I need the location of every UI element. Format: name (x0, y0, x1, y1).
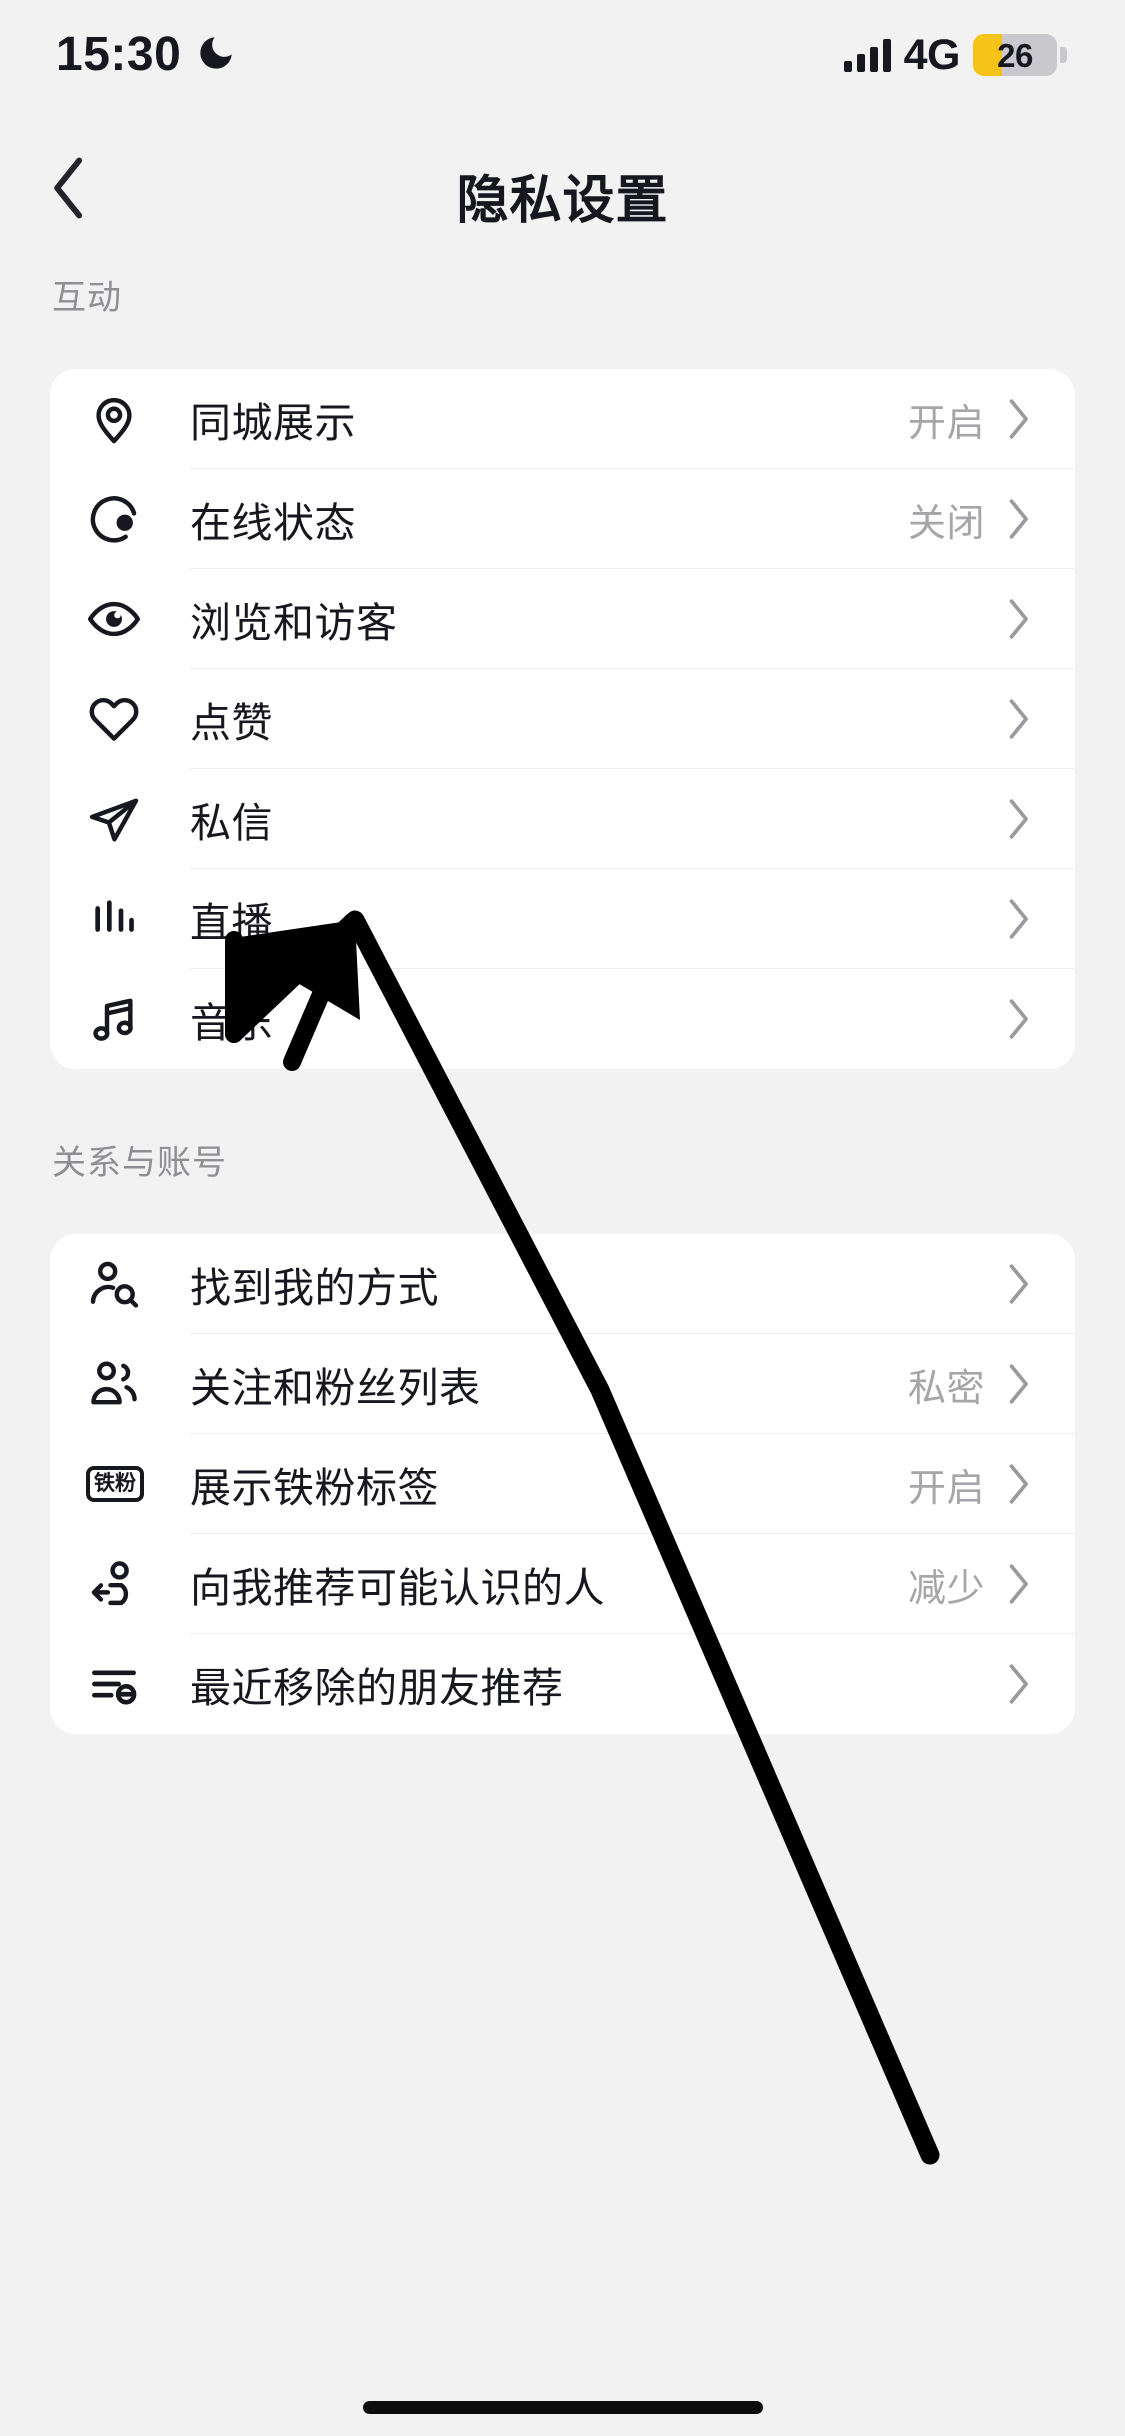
settings-row-likes[interactable]: 点赞 (50, 669, 1075, 769)
row-label: 找到我的方式 (190, 1265, 439, 1311)
status-bar: 15:30 4G 26 (0, 0, 1125, 110)
settings-row-people-you-may-know[interactable]: 向我推荐可能认识的人 减少 (50, 1534, 1075, 1634)
row-label: 私信 (190, 800, 273, 846)
row-value: 减少 (907, 1567, 985, 1610)
row-label: 直播 (190, 900, 273, 946)
row-value: 开启 (907, 1467, 985, 1510)
chevron-right-icon (1005, 1363, 1031, 1405)
settings-row-following-followers[interactable]: 关注和粉丝列表 私密 (50, 1334, 1075, 1434)
person-search-icon (86, 1256, 190, 1312)
status-time: 15:30 (56, 28, 182, 81)
settings-card-interaction: 同城展示 开启 在线状态 关闭 浏览和访客 点赞 私信 直播 音乐 (50, 369, 1075, 1069)
battery-body: 26 (973, 34, 1057, 76)
row-value: 开启 (907, 402, 985, 445)
chevron-right-icon (1005, 698, 1031, 740)
settings-row-removed-friend-suggestions[interactable]: 最近移除的朋友推荐 (50, 1634, 1075, 1734)
settings-row-music[interactable]: 音乐 (50, 969, 1075, 1069)
settings-row-browse-visitors[interactable]: 浏览和访客 (50, 569, 1075, 669)
section-label-interaction: 互动 (52, 279, 122, 317)
fan-badge-icon: 铁粉 (86, 1466, 190, 1502)
settings-row-online-status[interactable]: 在线状态 关闭 (50, 469, 1075, 569)
fan-badge-text: 铁粉 (86, 1466, 144, 1502)
settings-card-relations: 找到我的方式 关注和粉丝列表 私密 铁粉 展示铁粉标签 开启 向我推荐可能认识的… (50, 1234, 1075, 1734)
people-group-icon (86, 1356, 190, 1412)
crescent-moon-icon (195, 32, 237, 79)
network-type-label: 4G (903, 30, 961, 79)
battery-indicator: 26 (973, 34, 1067, 76)
chevron-right-icon (1005, 898, 1031, 940)
person-suggest-icon (86, 1556, 190, 1612)
section-label-relations: 关系与账号 (52, 1144, 227, 1182)
row-label: 关注和粉丝列表 (190, 1365, 481, 1411)
settings-row-direct-message[interactable]: 私信 (50, 769, 1075, 869)
settings-row-live[interactable]: 直播 (50, 869, 1075, 969)
settings-scroll-body: 互动 同城展示 开启 在线状态 关闭 浏览和访客 点赞 私信 直播 音乐 关系与… (0, 270, 1125, 1734)
status-bar-right: 4G 26 (843, 30, 1067, 79)
chevron-right-icon (1005, 798, 1031, 840)
chevron-right-icon (1005, 498, 1031, 540)
chevron-right-icon (1005, 998, 1031, 1040)
heart-icon (86, 691, 190, 747)
row-value: 关闭 (907, 502, 985, 545)
settings-row-fan-badge[interactable]: 铁粉 展示铁粉标签 开启 (50, 1434, 1075, 1534)
nav-bar: 隐私设置 (0, 110, 1125, 270)
location-pin-icon (86, 391, 190, 447)
chevron-right-icon (1005, 598, 1031, 640)
row-label: 向我推荐可能认识的人 (190, 1565, 605, 1611)
row-label: 音乐 (190, 1000, 273, 1046)
music-note-icon (86, 991, 190, 1047)
battery-cap (1060, 47, 1067, 63)
chevron-right-icon (1005, 1563, 1031, 1605)
row-label: 展示铁粉标签 (190, 1465, 439, 1511)
chevron-right-icon (1005, 1463, 1031, 1505)
row-label: 同城展示 (190, 400, 356, 446)
phone-screen: 15:30 4G 26 隐私设置 互动 同城展示 开启 在线状态 关闭 浏览和访… (0, 0, 1125, 2436)
row-value: 私密 (907, 1367, 985, 1410)
row-label: 浏览和访客 (190, 600, 398, 646)
sliders-icon (86, 1656, 190, 1712)
live-bars-icon (86, 891, 190, 947)
chevron-right-icon (1005, 398, 1031, 440)
paper-plane-icon (86, 791, 190, 847)
eye-icon (86, 591, 190, 647)
cellular-signal-icon (843, 38, 891, 72)
row-label: 点赞 (190, 700, 273, 746)
settings-row-find-me[interactable]: 找到我的方式 (50, 1234, 1075, 1334)
home-indicator (362, 2401, 763, 2414)
row-label: 最近移除的朋友推荐 (190, 1665, 564, 1711)
page-title: 隐私设置 (456, 172, 669, 230)
online-status-icon (86, 491, 190, 547)
chevron-right-icon (1005, 1263, 1031, 1305)
settings-row-same-city[interactable]: 同城展示 开启 (50, 369, 1075, 469)
status-bar-left: 15:30 (56, 31, 237, 79)
chevron-right-icon (1005, 1663, 1031, 1705)
row-label: 在线状态 (190, 500, 356, 546)
battery-percent-label: 26 (997, 36, 1033, 74)
